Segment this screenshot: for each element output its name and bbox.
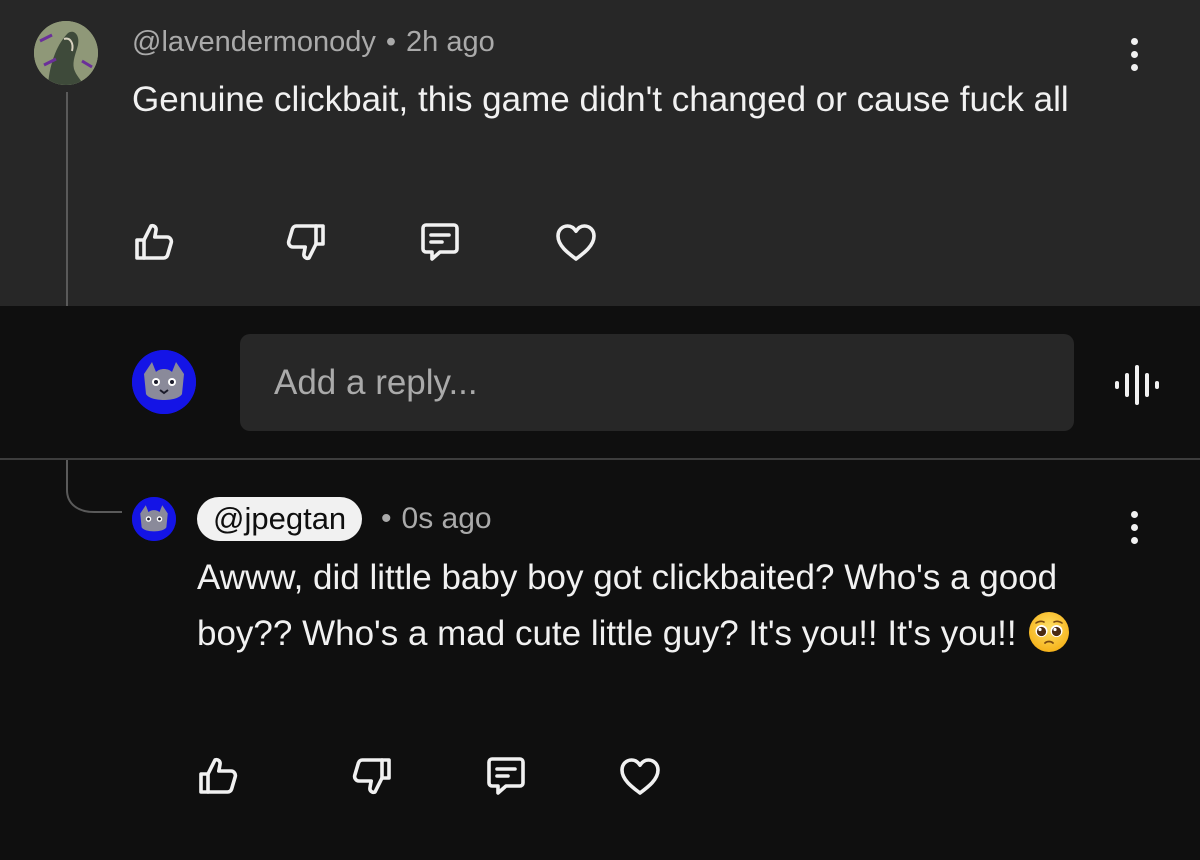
avatar-image — [132, 350, 196, 414]
dislike-button[interactable] — [342, 746, 402, 806]
meta-separator: • — [385, 26, 397, 58]
like-icon — [135, 223, 174, 260]
dislike-button[interactable] — [276, 212, 336, 272]
meta-separator: • — [381, 502, 392, 535]
comment-text: Genuine clickbait, this game didn't chan… — [132, 80, 1069, 119]
more-options-button[interactable] — [1114, 497, 1154, 557]
more-options-button[interactable] — [1114, 24, 1154, 84]
current-user-avatar[interactable] — [132, 350, 196, 414]
heart-icon — [556, 224, 596, 261]
voice-input-button[interactable] — [1108, 357, 1164, 413]
reply-text-block: Awww, did little baby boy got clickbaite… — [197, 550, 1097, 662]
reply-input[interactable] — [240, 334, 1074, 431]
reply-icon — [487, 757, 525, 795]
avatar-image — [132, 497, 176, 541]
reply-icon — [421, 223, 459, 261]
comment-time: 2h ago — [406, 26, 495, 58]
reply-time: 0s ago — [401, 502, 492, 535]
comment-author[interactable]: @lavendermonody — [132, 26, 376, 58]
like-button[interactable] — [124, 212, 184, 272]
more-icon — [1130, 37, 1138, 45]
heart-button[interactable] — [546, 212, 606, 272]
divider — [0, 458, 1200, 460]
thread-line — [66, 92, 68, 306]
reply-button[interactable] — [476, 746, 536, 806]
avatar[interactable] — [132, 497, 176, 541]
more-icon — [1130, 510, 1138, 518]
comment-meta: @lavendermonody • 2h ago — [132, 24, 495, 60]
like-button[interactable] — [188, 746, 248, 806]
dislike-icon — [352, 758, 391, 795]
voice-search-icon — [1115, 365, 1159, 405]
heart-button[interactable] — [610, 746, 670, 806]
reply-text: Awww, did little baby boy got clickbaite… — [197, 558, 1058, 653]
reply-meta: • 0s ago — [381, 501, 492, 537]
reply-author-badge[interactable]: @jpegtan — [197, 497, 363, 541]
pleading-face-emoji — [1028, 611, 1069, 652]
thread-connector — [66, 460, 122, 513]
avatar-image — [34, 21, 98, 85]
heart-icon — [620, 758, 660, 795]
reply-button[interactable] — [410, 212, 470, 272]
avatar[interactable] — [34, 21, 98, 85]
dislike-icon — [286, 224, 325, 261]
like-icon — [199, 757, 238, 794]
